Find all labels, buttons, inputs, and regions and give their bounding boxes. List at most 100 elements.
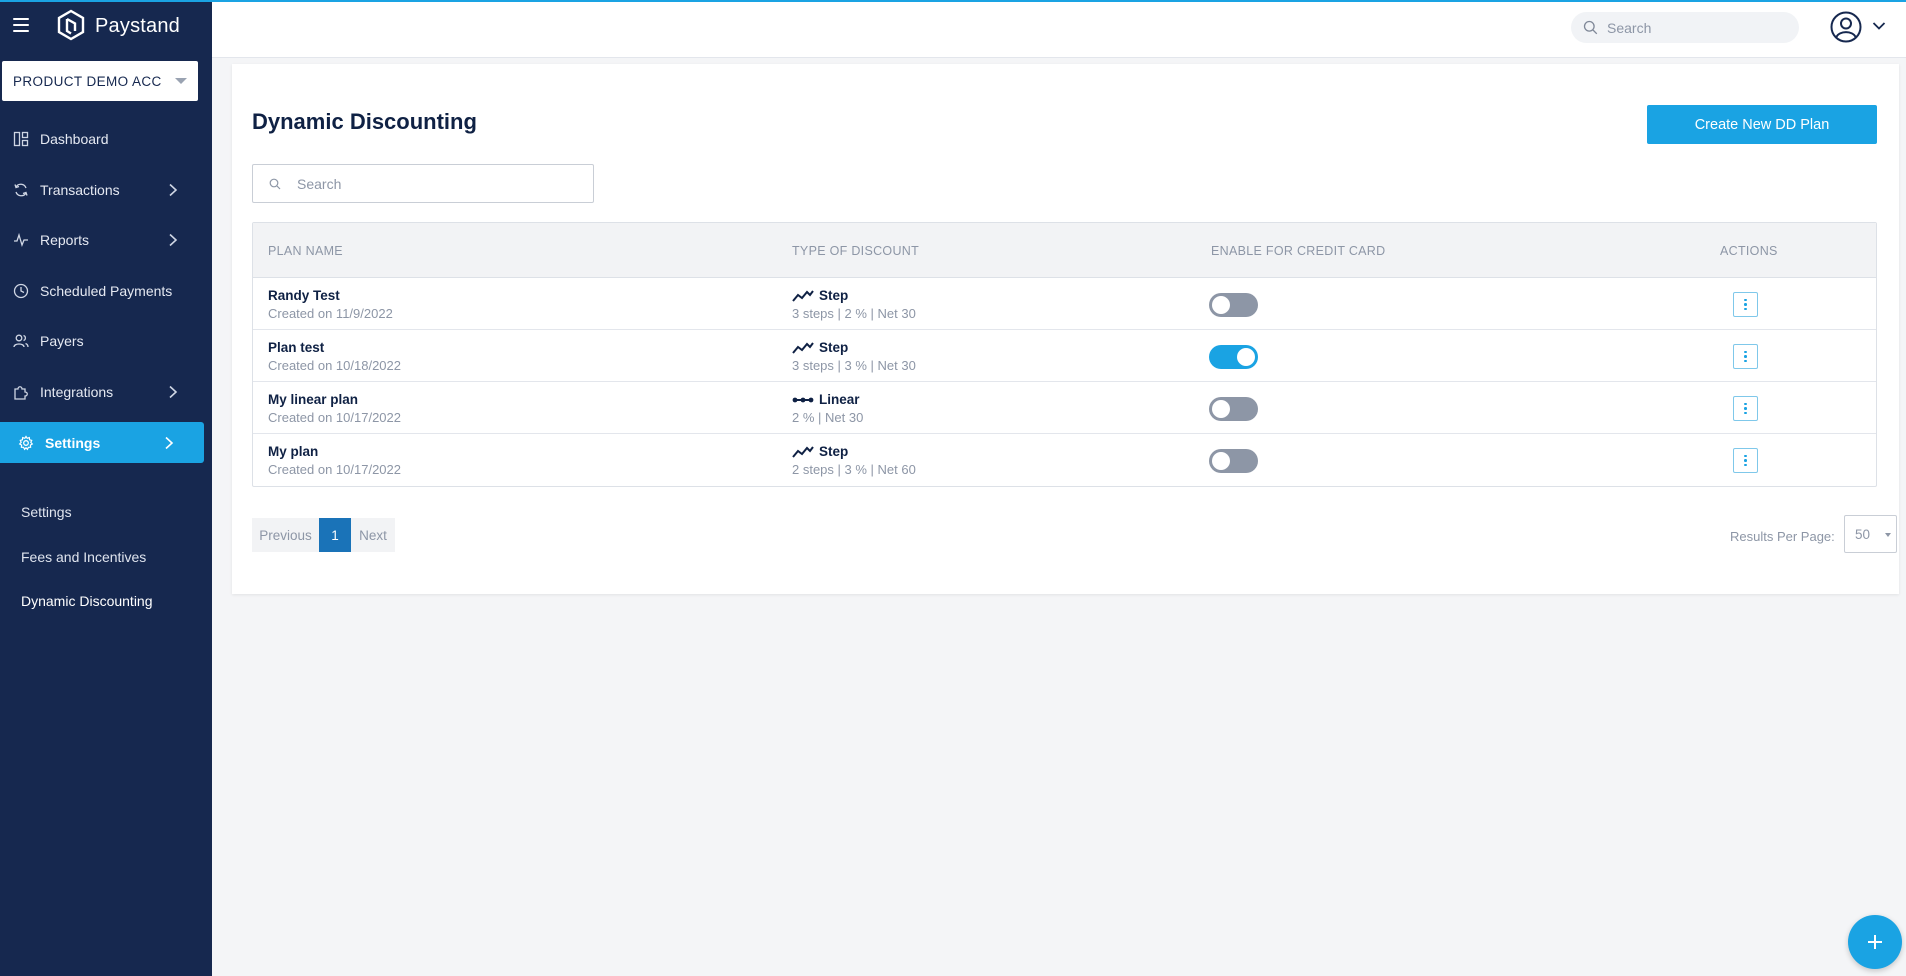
column-header-plan-name[interactable]: PLAN NAME [268,244,343,258]
chevron-right-icon [169,183,178,196]
payers-icon [13,334,29,348]
subnav-item-fees-and-incentives[interactable]: Fees and Incentives [0,535,212,580]
results-per-page-select[interactable]: 50 [1844,515,1897,553]
page-title: Dynamic Discounting [252,109,477,134]
sidebar-item-scheduled-payments[interactable]: Scheduled Payments [0,266,212,317]
user-avatar-icon[interactable] [1830,11,1862,43]
reports-icon [14,233,28,248]
subnav-item-dynamic-discounting[interactable]: Dynamic Discounting [0,579,212,624]
table-row[interactable]: Plan test Created on 10/18/2022 Step 3 s… [253,330,1876,382]
account-selector[interactable]: PRODUCT DEMO ACC [2,61,198,101]
plan-name-cell: Randy Test Created on 11/9/2022 [268,288,393,321]
credit-card-toggle[interactable] [1209,397,1258,421]
plan-name[interactable]: Randy Test [268,288,393,303]
gear-icon [18,434,34,450]
results-per-page-value: 50 [1855,526,1871,542]
plans-table: PLAN NAME TYPE OF DISCOUNT ENABLE FOR CR… [252,222,1877,487]
subnav-item-settings[interactable]: Settings [0,490,212,535]
discount-type-label: Step [819,340,849,355]
chevron-down-icon[interactable] [1872,21,1886,31]
discount-type-detail: 2 % | Net 30 [792,410,864,425]
sidebar-item-label: Dashboard [40,131,109,148]
sidebar-item-settings[interactable]: Settings [0,422,204,463]
caret-down-icon [175,78,187,84]
sidebar-item-label: Settings [45,434,101,451]
brand-name: Paystand [95,15,180,37]
row-actions-button[interactable] [1733,292,1758,317]
chevron-right-icon [169,385,178,398]
discount-type-label: Linear [819,392,860,407]
floating-add-button[interactable] [1848,915,1902,969]
pagination-previous-button[interactable]: Previous [252,518,319,552]
step-chart-icon [792,341,814,354]
search-icon [1583,20,1598,35]
results-per-page-label: Results Per Page: [1730,529,1835,544]
discount-type-detail: 3 steps | 2 % | Net 30 [792,306,916,321]
discount-type-detail: 2 steps | 3 % | Net 60 [792,462,916,477]
column-header-enable-for-credit-card: ENABLE FOR CREDIT CARD [1211,244,1386,258]
transactions-icon [14,183,28,197]
sidebar-item-label: Integrations [40,383,114,400]
discount-type-label: Step [819,444,849,459]
sidebar-item-label: Scheduled Payments [40,282,173,299]
search-icon [269,178,281,190]
row-actions-button[interactable] [1733,344,1758,369]
discount-type-cell: Linear 2 % | Net 30 [792,392,863,425]
plan-name[interactable]: Plan test [268,340,401,355]
caret-down-icon [1885,533,1891,537]
column-header-type-of-discount[interactable]: TYPE OF DISCOUNT [792,244,919,258]
plus-icon [1868,935,1882,949]
discount-type-cell: Step 2 steps | 3 % | Net 60 [792,444,916,477]
sidebar: Paystand PRODUCT DEMO ACC Dashboard Tran… [0,0,212,976]
discount-type-detail: 3 steps | 3 % | Net 30 [792,358,916,373]
plan-created-date: Created on 10/17/2022 [268,462,401,477]
plan-search [252,164,594,203]
discount-type-cell: Step 3 steps | 3 % | Net 30 [792,340,916,373]
main-nav: Dashboard Transactions Reports Scheduled… [0,114,212,467]
linear-chart-icon [792,397,814,402]
sidebar-item-dashboard[interactable]: Dashboard [0,114,212,165]
create-new-dd-plan-button[interactable]: Create New DD Plan [1647,105,1877,144]
plan-created-date: Created on 11/9/2022 [268,306,393,321]
pagination-page-button[interactable]: 1 [319,518,351,552]
plan-name-cell: My linear plan Created on 10/17/2022 [268,392,401,425]
chevron-right-icon [169,234,178,247]
chevron-right-icon [165,436,174,449]
clock-icon [13,283,29,298]
plan-search-input[interactable] [297,175,577,192]
credit-card-toggle[interactable] [1209,293,1258,317]
table-row[interactable]: My plan Created on 10/17/2022 Step 2 ste… [253,434,1876,486]
paystand-logo-icon [57,9,85,41]
global-search-input[interactable] [1607,19,1787,36]
dynamic-discounting-card: Dynamic Discounting Create New DD Plan P… [232,64,1899,594]
plan-name[interactable]: My linear plan [268,392,401,407]
row-actions-button[interactable] [1733,396,1758,421]
account-label: PRODUCT DEMO ACC [13,73,162,89]
top-accent-bar [0,0,1906,2]
credit-card-toggle[interactable] [1209,449,1258,473]
plan-name-cell: My plan Created on 10/17/2022 [268,444,401,477]
step-chart-icon [792,289,814,302]
discount-type-cell: Step 3 steps | 2 % | Net 30 [792,288,916,321]
pagination: Previous 1 Next [252,518,395,552]
pagination-next-button[interactable]: Next [351,518,395,552]
credit-card-toggle[interactable] [1209,345,1258,369]
row-actions-button[interactable] [1733,448,1758,473]
discount-type-label: Step [819,288,849,303]
table-row[interactable]: My linear plan Created on 10/17/2022 Lin… [253,382,1876,434]
sidebar-item-label: Payers [40,333,84,350]
dashboard-icon [13,132,29,147]
plan-name-cell: Plan test Created on 10/18/2022 [268,340,401,373]
puzzle-icon [14,385,28,400]
sidebar-item-transactions[interactable]: Transactions [0,165,212,216]
step-chart-icon [792,445,814,458]
sidebar-item-payers[interactable]: Payers [0,316,212,367]
plan-created-date: Created on 10/18/2022 [268,358,401,373]
topbar [212,2,1906,58]
plan-name[interactable]: My plan [268,444,401,459]
table-row[interactable]: Randy Test Created on 11/9/2022 Step 3 s… [253,278,1876,330]
plan-created-date: Created on 10/17/2022 [268,410,401,425]
sidebar-item-integrations[interactable]: Integrations [0,367,212,418]
sidebar-item-reports[interactable]: Reports [0,215,212,266]
hamburger-menu-icon[interactable] [13,18,31,34]
